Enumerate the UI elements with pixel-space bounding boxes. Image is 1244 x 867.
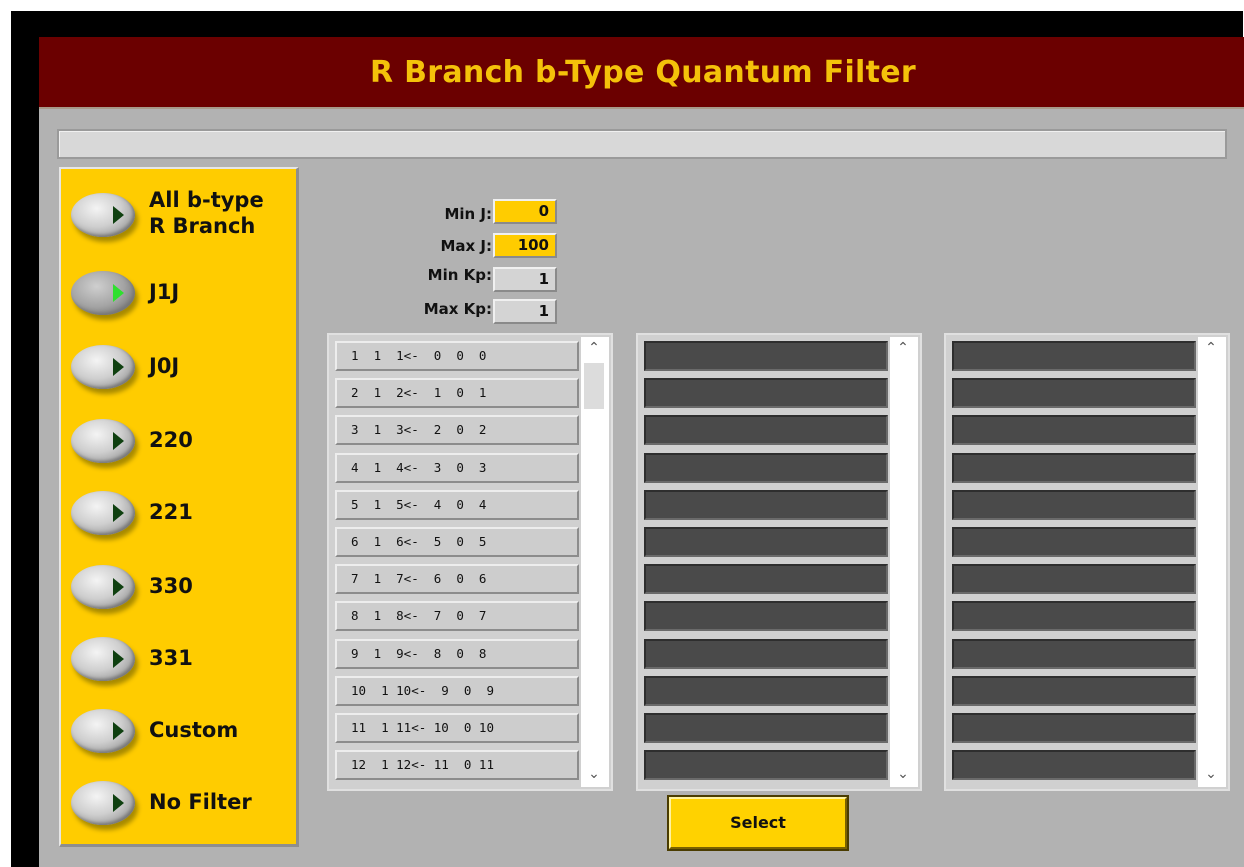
select-button[interactable]: Select [669,797,847,849]
list-item[interactable] [644,675,888,706]
filter-option-label: 330 [149,574,193,598]
transition-list-3[interactable]: ⌃ ⌄ [944,333,1230,791]
list-scrollbar[interactable]: ⌃ ⌄ [890,337,918,787]
list-item[interactable] [952,638,1196,669]
list-rows [952,341,1196,787]
filter-sidebar: All b-type R Branch J1J J0J 220 221 330 … [59,167,299,847]
list-item[interactable] [644,415,888,446]
list-rows: 1 1 1<- 0 0 0 2 1 2<- 1 0 1 3 1 3<- 2 0 2 4… [335,341,579,787]
radio-led-icon [71,193,135,237]
max-kp-field[interactable]: 1 [493,299,557,324]
list-item[interactable]: 1 1 1<- 0 0 0 [335,341,579,371]
window-title: R Branch b-Type Quantum Filter [369,54,917,90]
list-item[interactable] [644,601,888,632]
filter-option-label: All b-type R Branch [149,188,264,238]
transition-list-1[interactable]: 1 1 1<- 0 0 0 2 1 2<- 1 0 1 3 1 3<- 2 0 2 4… [327,333,613,791]
transition-list-2[interactable]: ⌃ ⌄ [636,333,922,791]
radio-led-icon [71,271,135,315]
list-item[interactable]: 4 1 4<- 3 0 3 [335,452,579,483]
min-kp-field[interactable]: 1 [493,267,557,292]
list-item[interactable]: 11 1 11<- 10 0 10 [335,712,579,743]
title-bar: R Branch b-Type Quantum Filter [39,37,1244,109]
list-item[interactable] [952,564,1196,595]
radio-led-icon [71,709,135,753]
filter-option-custom[interactable]: Custom [67,705,297,765]
list-item[interactable] [952,489,1196,520]
list-item[interactable] [644,638,888,669]
list-item[interactable] [644,489,888,520]
list-item[interactable] [952,750,1196,781]
list-item[interactable] [644,341,888,371]
max-kp-label: Max Kp: [423,300,492,318]
list-item[interactable] [644,750,888,781]
scroll-down-icon[interactable]: ⌄ [896,767,910,781]
list-item[interactable] [952,601,1196,632]
filter-option-j0j[interactable]: J0J [67,341,297,401]
filter-option-no-filter[interactable]: No Filter [67,777,297,837]
list-scrollbar[interactable]: ⌃ ⌄ [1198,337,1226,787]
list-item[interactable] [644,564,888,595]
list-item[interactable] [644,452,888,483]
list-item[interactable]: 9 1 9<- 8 0 8 [335,638,579,669]
radio-led-icon [71,565,135,609]
list-item[interactable] [952,712,1196,743]
radio-led-icon [71,345,135,389]
max-j-label: Max J: [440,237,492,255]
filter-option-j1j[interactable]: J1J [67,267,297,327]
list-item[interactable]: 5 1 5<- 4 0 4 [335,489,579,520]
window-frame: R Branch b-Type Quantum Filter All b-typ… [11,11,1244,867]
list-rows [644,341,888,787]
filter-option-label: Custom [149,718,239,742]
min-kp-label: Min Kp: [427,266,492,284]
list-item[interactable]: 6 1 6<- 5 0 5 [335,526,579,557]
scroll-up-icon[interactable]: ⌃ [587,341,601,355]
list-item[interactable]: 10 1 10<- 9 0 9 [335,675,579,706]
scroll-up-icon[interactable]: ⌃ [896,341,910,355]
scroll-thumb[interactable] [584,363,604,409]
list-item[interactable] [952,452,1196,483]
list-item[interactable] [952,526,1196,557]
list-item[interactable]: 12 1 12<- 11 0 11 [335,750,579,781]
list-scrollbar[interactable]: ⌃ ⌄ [581,337,609,787]
filter-option-220[interactable]: 220 [67,415,297,475]
scroll-down-icon[interactable]: ⌄ [587,767,601,781]
status-display [57,129,1227,159]
list-item[interactable]: 2 1 2<- 1 0 1 [335,378,579,409]
radio-led-icon [71,419,135,463]
radio-led-icon [71,637,135,681]
min-j-field[interactable]: 0 [493,199,557,224]
radio-led-icon [71,491,135,535]
filter-option-331[interactable]: 331 [67,633,297,693]
radio-led-icon [71,781,135,825]
filter-option-label: 331 [149,646,193,670]
filter-option-label: J1J [149,280,180,304]
filter-option-330[interactable]: 330 [67,561,297,621]
filter-option-all-b-type[interactable]: All b-type R Branch [67,188,297,249]
list-item[interactable] [644,378,888,409]
list-item[interactable] [644,526,888,557]
list-item[interactable]: 7 1 7<- 6 0 6 [335,564,579,595]
filter-option-label: J0J [149,354,180,378]
list-item[interactable] [952,378,1196,409]
filter-option-label: No Filter [149,790,252,814]
list-item[interactable] [644,712,888,743]
filter-option-221[interactable]: 221 [67,487,297,547]
list-item[interactable]: 3 1 3<- 2 0 2 [335,415,579,446]
filter-option-label: 220 [149,428,193,452]
list-item[interactable] [952,341,1196,371]
list-item[interactable] [952,675,1196,706]
filter-option-label: 221 [149,500,193,524]
main-panel: R Branch b-Type Quantum Filter All b-typ… [39,37,1244,867]
list-item[interactable]: 8 1 8<- 7 0 7 [335,601,579,632]
max-j-field[interactable]: 100 [493,233,557,258]
min-j-label: Min J: [444,205,492,223]
scroll-down-icon[interactable]: ⌄ [1204,767,1218,781]
scroll-up-icon[interactable]: ⌃ [1204,341,1218,355]
list-item[interactable] [952,415,1196,446]
